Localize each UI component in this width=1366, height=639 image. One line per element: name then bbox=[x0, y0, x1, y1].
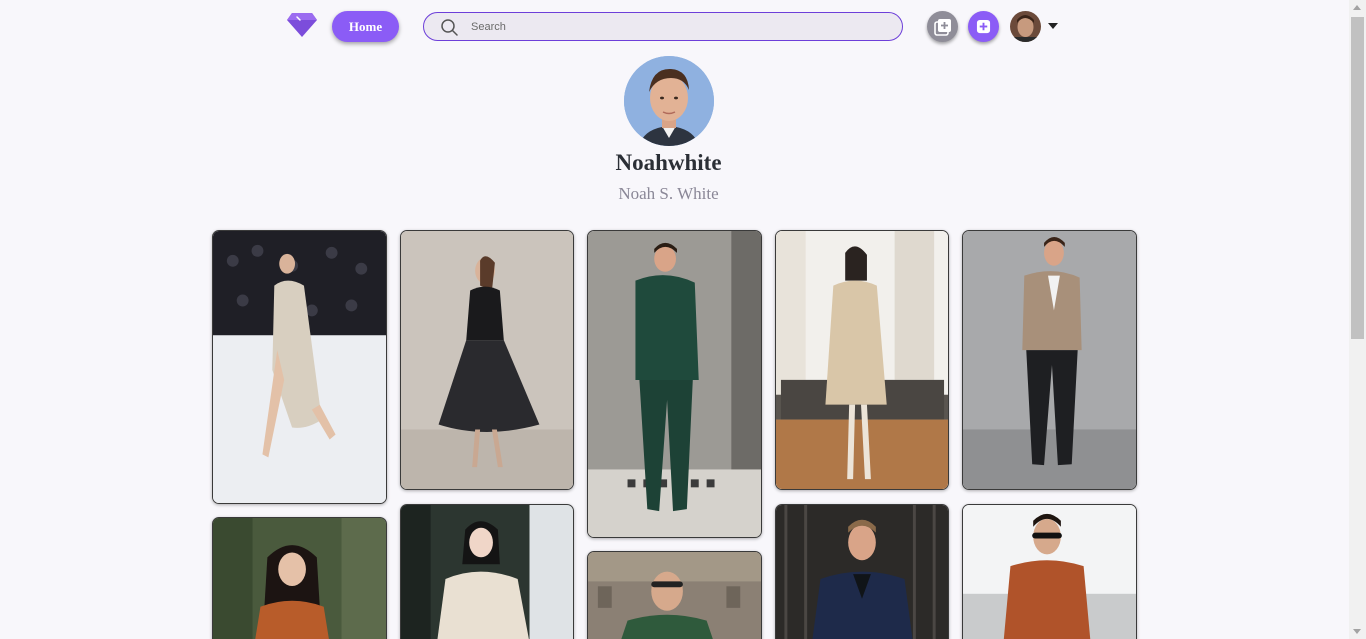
search-input[interactable] bbox=[471, 20, 871, 33]
scrollbar-thumb[interactable] bbox=[1351, 17, 1364, 339]
pin-black-tulle-dress[interactable] bbox=[400, 230, 574, 490]
gallery-add-icon bbox=[933, 18, 951, 36]
plus-square-icon bbox=[976, 19, 991, 34]
scroll-up-arrow-icon[interactable] bbox=[1353, 5, 1361, 10]
search-icon bbox=[440, 18, 458, 36]
logo-icon[interactable] bbox=[286, 11, 318, 39]
add-gallery-button[interactable] bbox=[927, 11, 958, 42]
pin-tan-blazer[interactable] bbox=[962, 230, 1137, 490]
home-button[interactable]: Home bbox=[332, 11, 399, 42]
profile-full-name: Noah S. White bbox=[618, 184, 719, 203]
account-dropdown-caret-icon[interactable] bbox=[1048, 23, 1058, 29]
scroll-down-arrow-icon[interactable] bbox=[1353, 629, 1361, 634]
pin-runway-satin-dress[interactable] bbox=[212, 230, 387, 504]
pin-beige-coat[interactable] bbox=[775, 230, 949, 490]
user-avatar[interactable] bbox=[1010, 11, 1041, 42]
pin-orange-sweater[interactable] bbox=[212, 517, 387, 639]
pin-green-suit[interactable] bbox=[587, 230, 762, 538]
profile-avatar bbox=[624, 56, 714, 146]
pin-cream-coat[interactable] bbox=[400, 504, 574, 639]
pin-navy-blazer[interactable] bbox=[775, 504, 949, 639]
search-bar[interactable] bbox=[423, 12, 903, 41]
profile-username: Noahwhite bbox=[615, 150, 722, 175]
pin-rust-shirt[interactable] bbox=[962, 504, 1137, 639]
pin-green-shirt[interactable] bbox=[587, 551, 762, 639]
create-pin-button[interactable] bbox=[968, 11, 999, 42]
